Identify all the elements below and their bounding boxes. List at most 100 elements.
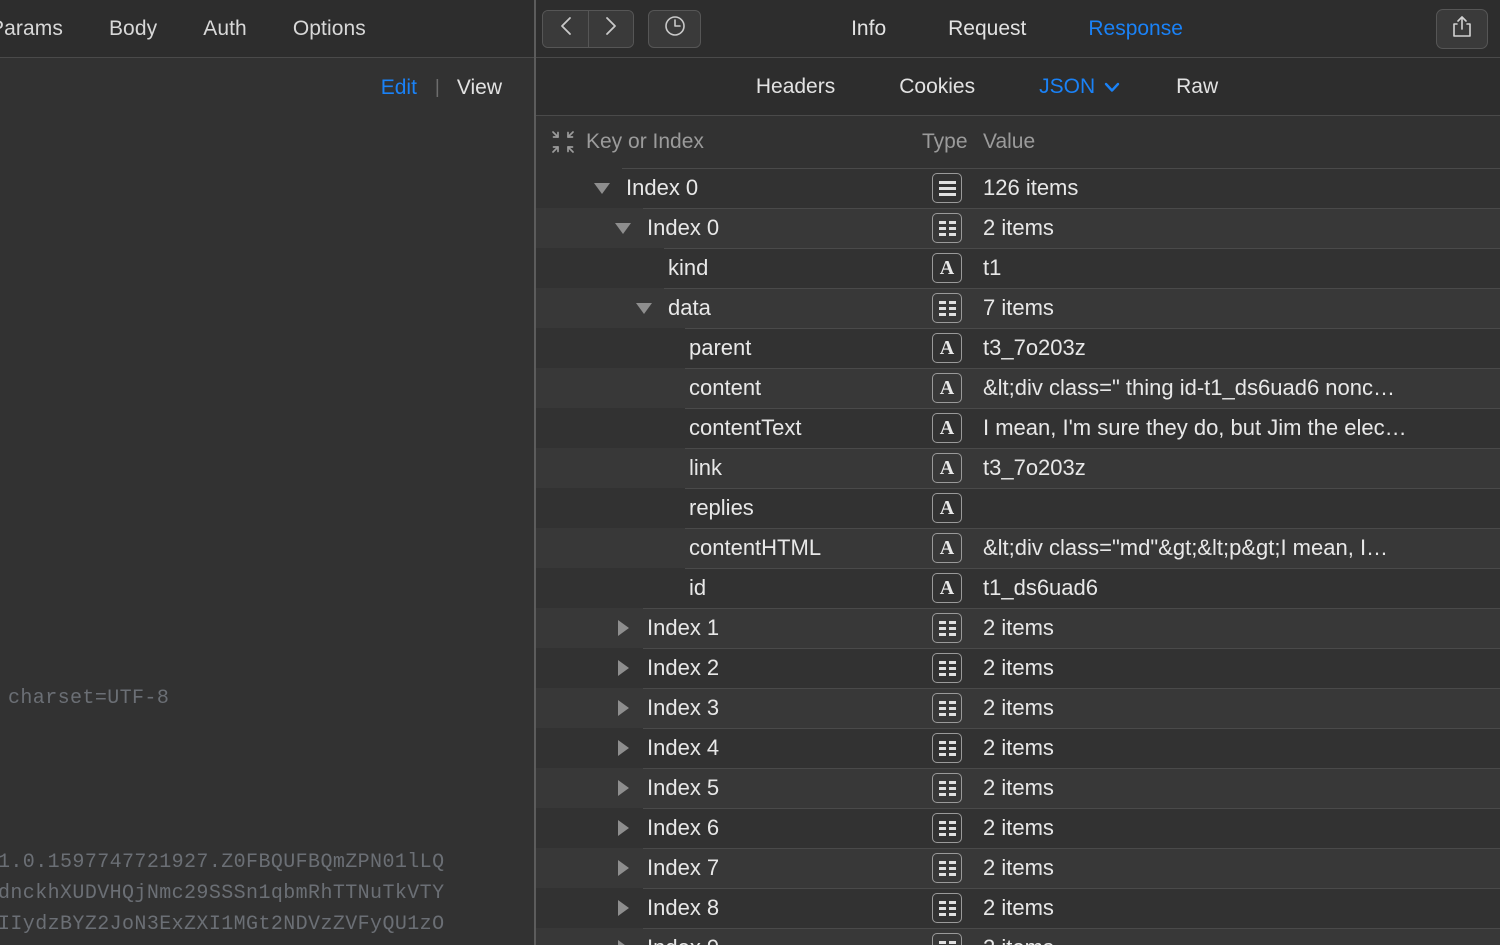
tree-row[interactable]: Index 32 items xyxy=(534,688,1500,728)
disclosure-expanded-icon[interactable] xyxy=(613,208,633,248)
tree-row[interactable]: contentTextAI mean, I'm sure they do, bu… xyxy=(534,408,1500,448)
tree-row-type xyxy=(932,933,962,945)
badge-row xyxy=(939,713,956,716)
badge-cell xyxy=(939,753,946,756)
tree-row[interactable]: Index 82 items xyxy=(534,888,1500,928)
edit-view-divider: | xyxy=(417,77,457,99)
row-separator xyxy=(643,928,1500,929)
tree-row-value: t1_ds6uad6 xyxy=(983,575,1098,601)
badge-cell xyxy=(939,827,946,830)
tree-row-key: Index 6 xyxy=(647,815,719,841)
tab-auth[interactable]: Auth xyxy=(180,17,270,41)
tree-row-value: 7 items xyxy=(983,295,1054,321)
tree-row[interactable]: contentHTMLA&lt;div class="md"&gt;&lt;p&… xyxy=(534,528,1500,568)
disclosure-collapsed-icon[interactable] xyxy=(613,728,633,768)
badge-row xyxy=(939,747,956,750)
tree-row-value: 2 items xyxy=(983,775,1054,801)
badge-cell xyxy=(949,787,956,790)
tree-row[interactable]: parentAt3_7o203z xyxy=(534,328,1500,368)
badge-row xyxy=(939,941,956,944)
row-separator xyxy=(685,528,1500,529)
badge-row xyxy=(939,741,956,744)
tree-row-type xyxy=(932,893,962,923)
tree-row-type xyxy=(932,813,962,843)
tree-row[interactable]: linkAt3_7o203z xyxy=(534,448,1500,488)
edit-button[interactable]: Edit xyxy=(381,76,417,100)
panel-divider[interactable] xyxy=(534,0,536,945)
tab-json-label: JSON xyxy=(1039,75,1095,99)
tree-row[interactable]: Index 52 items xyxy=(534,768,1500,808)
tree-row[interactable]: contentA&lt;div class=" thing id-t1_ds6u… xyxy=(534,368,1500,408)
badge-cell xyxy=(939,781,946,784)
disclosure-expanded-icon[interactable] xyxy=(634,288,654,328)
tree-row-value: t3_7o203z xyxy=(983,455,1086,481)
tree-row-key: Index 4 xyxy=(647,735,719,761)
disclosure-collapsed-icon[interactable] xyxy=(613,848,633,888)
disclosure-collapsed-icon[interactable] xyxy=(613,928,633,945)
column-header-value[interactable]: Value xyxy=(983,130,1035,154)
disclosure-collapsed-icon[interactable] xyxy=(613,808,633,848)
disclosure-collapsed-icon[interactable] xyxy=(613,608,633,648)
column-header-key[interactable]: Key or Index xyxy=(586,130,704,154)
history-button[interactable] xyxy=(648,10,701,48)
tab-request[interactable]: Request xyxy=(917,17,1057,41)
tree-row[interactable]: data7 items xyxy=(534,288,1500,328)
badge-row xyxy=(939,833,956,836)
tab-json[interactable]: JSON xyxy=(1007,75,1144,99)
badge-cell xyxy=(949,901,956,904)
json-tree-header: Key or Index Type Value xyxy=(534,116,1500,168)
view-button[interactable]: View xyxy=(457,76,502,100)
chevron-left-icon xyxy=(559,15,573,42)
type-badge-dictionary xyxy=(932,613,962,643)
tab-body[interactable]: Body xyxy=(86,17,180,41)
json-tree[interactable]: Index 0126 itemsIndex 02 itemskindAt1dat… xyxy=(534,168,1500,945)
tree-row[interactable]: Index 92 items xyxy=(534,928,1500,945)
collapse-all-icon[interactable] xyxy=(548,131,578,153)
badge-row xyxy=(939,753,956,756)
disclosure-collapsed-icon[interactable] xyxy=(613,648,633,688)
column-header-type[interactable]: Type xyxy=(922,130,968,154)
badge-cell xyxy=(949,741,956,744)
type-badge-string: A xyxy=(932,373,962,403)
badge-cell xyxy=(939,227,946,230)
back-button[interactable] xyxy=(543,11,588,47)
tree-row[interactable]: Index 4 2 items xyxy=(534,728,1500,768)
badge-row xyxy=(939,901,956,904)
badge-cell xyxy=(949,821,956,824)
tree-row[interactable]: Index 12 items xyxy=(534,608,1500,648)
tree-row[interactable]: Index 22 items xyxy=(534,648,1500,688)
tab-raw[interactable]: Raw xyxy=(1144,75,1250,99)
tree-row[interactable]: idAt1_ds6uad6 xyxy=(534,568,1500,608)
tab-headers[interactable]: Headers xyxy=(724,75,867,99)
forward-button[interactable] xyxy=(588,11,633,47)
tree-row[interactable]: Index 62 items xyxy=(534,808,1500,848)
badge-cell xyxy=(949,833,956,836)
tab-options[interactable]: Options xyxy=(270,17,389,41)
tree-row-value: 2 items xyxy=(983,695,1054,721)
tab-info[interactable]: Info xyxy=(820,17,917,41)
tree-row-type xyxy=(932,733,962,763)
response-format-tabs: Headers Cookies JSON Raw xyxy=(534,58,1500,116)
request-body-content[interactable]: charset=UTF-8 1.0.1597747721927.Z0FBQUFB… xyxy=(0,118,534,945)
tree-row[interactable]: Index 02 items xyxy=(534,208,1500,248)
share-button[interactable] xyxy=(1436,9,1488,49)
app-window: Params Body Auth Options Edit | View cha… xyxy=(0,0,1500,945)
tree-row[interactable]: kindAt1 xyxy=(534,248,1500,288)
disclosure-collapsed-icon[interactable] xyxy=(613,888,633,928)
tree-row[interactable]: Index 72 items xyxy=(534,848,1500,888)
tree-row[interactable]: repliesA xyxy=(534,488,1500,528)
tab-cookies[interactable]: Cookies xyxy=(867,75,1007,99)
tree-row-value: 2 items xyxy=(983,735,1054,761)
tab-params[interactable]: Params xyxy=(0,17,86,41)
disclosure-collapsed-icon[interactable] xyxy=(613,688,633,728)
tab-response[interactable]: Response xyxy=(1057,17,1214,41)
tree-row-key: Index 7 xyxy=(647,855,719,881)
badge-cell xyxy=(939,701,946,704)
disclosure-expanded-icon[interactable] xyxy=(592,168,612,208)
badge-row xyxy=(939,821,956,824)
disclosure-collapsed-icon[interactable] xyxy=(613,768,633,808)
badge-cell xyxy=(939,673,946,676)
response-toolbar: Info Request Response xyxy=(534,0,1500,58)
tree-row[interactable]: Index 0126 items xyxy=(534,168,1500,208)
tree-row-key: contentText xyxy=(689,415,802,441)
